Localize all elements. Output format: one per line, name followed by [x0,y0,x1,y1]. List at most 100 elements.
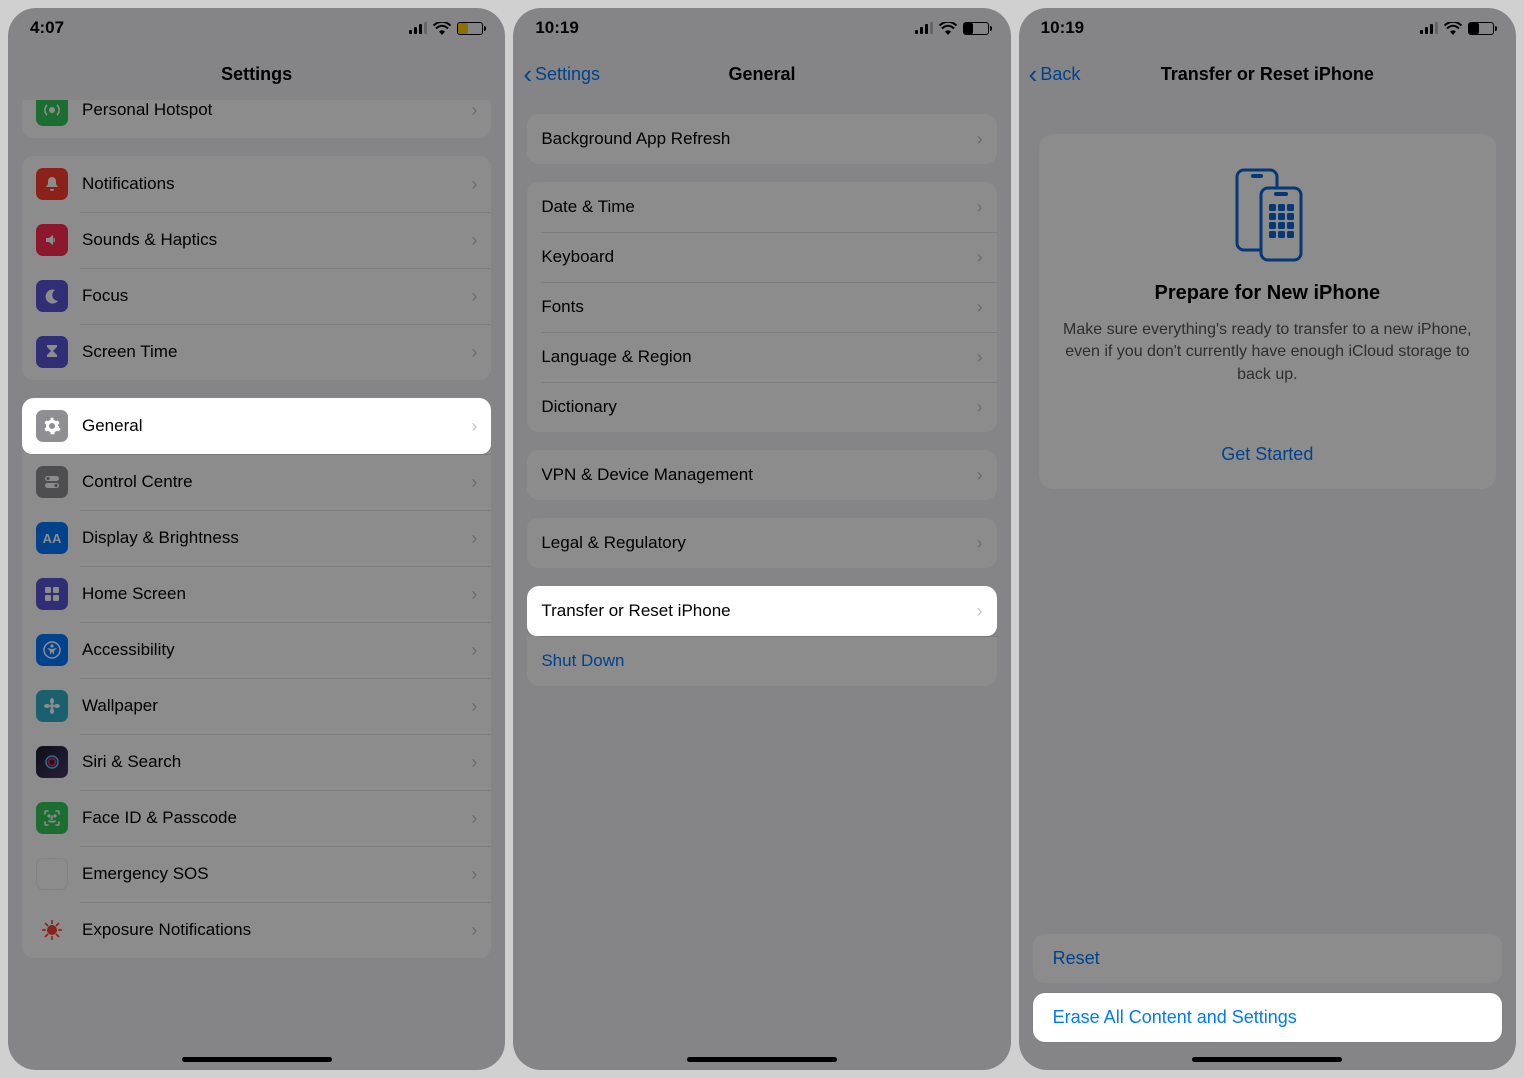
accessibility-icon [36,634,68,666]
row-label: Fonts [541,297,976,317]
chevron-right-icon: › [471,472,477,493]
row-label: Emergency SOS [82,864,471,884]
nav-bar: Settings [8,48,505,100]
row-label: Wallpaper [82,696,471,716]
row-label: General [82,416,471,436]
general-list[interactable]: Background App Refresh › Date & Time › K… [513,100,1010,1070]
row-face-id-passcode[interactable]: Face ID & Passcode › [22,790,491,846]
text-size-icon: AA [36,522,68,554]
battery-icon [457,22,483,35]
row-screen-time[interactable]: Screen Time › [22,324,491,380]
row-general[interactable]: General › [22,398,491,454]
row-label: Face ID & Passcode [82,808,471,828]
status-icons [409,22,483,35]
battery-icon [1468,22,1494,35]
row-home-screen[interactable]: Home Screen › [22,566,491,622]
status-icons [915,22,989,35]
chevron-right-icon: › [471,342,477,363]
chevron-right-icon: › [471,230,477,251]
switches-icon [36,466,68,498]
row-control-centre[interactable]: Control Centre › [22,454,491,510]
row-emergency-sos[interactable]: SOS Emergency SOS › [22,846,491,902]
back-button[interactable]: ‹ Settings [523,61,600,87]
phone-settings: 4:07 Settings Personal Hotspot › [8,8,505,1070]
row-label: Personal Hotspot [82,100,471,120]
status-bar: 10:19 [513,8,1010,48]
row-reset[interactable]: Reset [1033,934,1502,983]
chevron-left-icon: ‹ [1029,61,1038,87]
gear-icon [36,410,68,442]
wifi-icon [433,22,451,35]
row-notifications[interactable]: Notifications › [22,156,491,212]
status-icons [1420,22,1494,35]
row-bg-app-refresh[interactable]: Background App Refresh › [527,114,996,164]
wifi-icon [939,22,957,35]
chevron-right-icon: › [977,465,983,486]
row-label: Sounds & Haptics [82,230,471,250]
chevron-right-icon: › [471,920,477,941]
row-label: Background App Refresh [541,129,976,149]
row-legal-regulatory[interactable]: Legal & Regulatory › [527,518,996,568]
prepare-card: Prepare for New iPhone Make sure everyth… [1039,134,1496,489]
row-display-brightness[interactable]: AA Display & Brightness › [22,510,491,566]
flower-icon [36,690,68,722]
back-button[interactable]: ‹ Back [1029,61,1081,87]
home-indicator[interactable] [182,1057,332,1062]
nav-bar: ‹ Settings General [513,48,1010,100]
row-date-time[interactable]: Date & Time › [527,182,996,232]
row-accessibility[interactable]: Accessibility › [22,622,491,678]
row-shut-down[interactable]: Shut Down [527,636,996,686]
row-sounds-haptics[interactable]: Sounds & Haptics › [22,212,491,268]
sos-icon: SOS [36,858,68,890]
chevron-right-icon: › [471,528,477,549]
get-started-button[interactable]: Get Started [1061,444,1474,465]
home-indicator[interactable] [687,1057,837,1062]
home-indicator[interactable] [1192,1057,1342,1062]
row-keyboard[interactable]: Keyboard › [527,232,996,282]
chevron-right-icon: › [977,397,983,418]
row-label: Shut Down [541,651,982,671]
back-label: Settings [535,64,600,85]
row-language-region[interactable]: Language & Region › [527,332,996,382]
card-description: Make sure everything's ready to transfer… [1061,319,1474,386]
row-label: Notifications [82,174,471,194]
wifi-icon [1444,22,1462,35]
clock: 10:19 [1041,18,1084,38]
row-label: Reset [1053,948,1100,968]
chevron-right-icon: › [471,100,477,121]
devices-icon [1061,164,1474,264]
chevron-right-icon: › [471,286,477,307]
row-personal-hotspot[interactable]: Personal Hotspot › [22,100,491,138]
chevron-right-icon: › [471,416,477,437]
transfer-reset-content: Prepare for New iPhone Make sure everyth… [1019,100,1516,1070]
status-bar: 4:07 [8,8,505,48]
row-siri-search[interactable]: Siri & Search › [22,734,491,790]
bottom-actions: Reset Erase All Content and Settings [1019,934,1516,1070]
nav-bar: ‹ Back Transfer or Reset iPhone [1019,48,1516,100]
chevron-right-icon: › [977,601,983,622]
row-label: Erase All Content and Settings [1053,1007,1297,1027]
row-focus[interactable]: Focus › [22,268,491,324]
card-title: Prepare for New iPhone [1061,282,1474,305]
row-fonts[interactable]: Fonts › [527,282,996,332]
signal-icon [915,22,933,34]
row-transfer-reset[interactable]: Transfer or Reset iPhone › [527,586,996,636]
chevron-right-icon: › [471,808,477,829]
row-label: Accessibility [82,640,471,660]
clock: 4:07 [30,18,64,38]
row-dictionary[interactable]: Dictionary › [527,382,996,432]
chevron-right-icon: › [471,696,477,717]
chevron-right-icon: › [977,297,983,318]
row-vpn-device-mgmt[interactable]: VPN & Device Management › [527,450,996,500]
battery-icon [963,22,989,35]
hourglass-icon [36,336,68,368]
row-exposure-notifications[interactable]: Exposure Notifications › [22,902,491,958]
settings-list[interactable]: Personal Hotspot › Notifications › Sound… [8,100,505,1070]
row-label: Keyboard [541,247,976,267]
row-wallpaper[interactable]: Wallpaper › [22,678,491,734]
row-label: Home Screen [82,584,471,604]
row-erase-all[interactable]: Erase All Content and Settings [1033,993,1502,1042]
signal-icon [409,22,427,34]
row-label: Language & Region [541,347,976,367]
chevron-left-icon: ‹ [523,61,532,87]
